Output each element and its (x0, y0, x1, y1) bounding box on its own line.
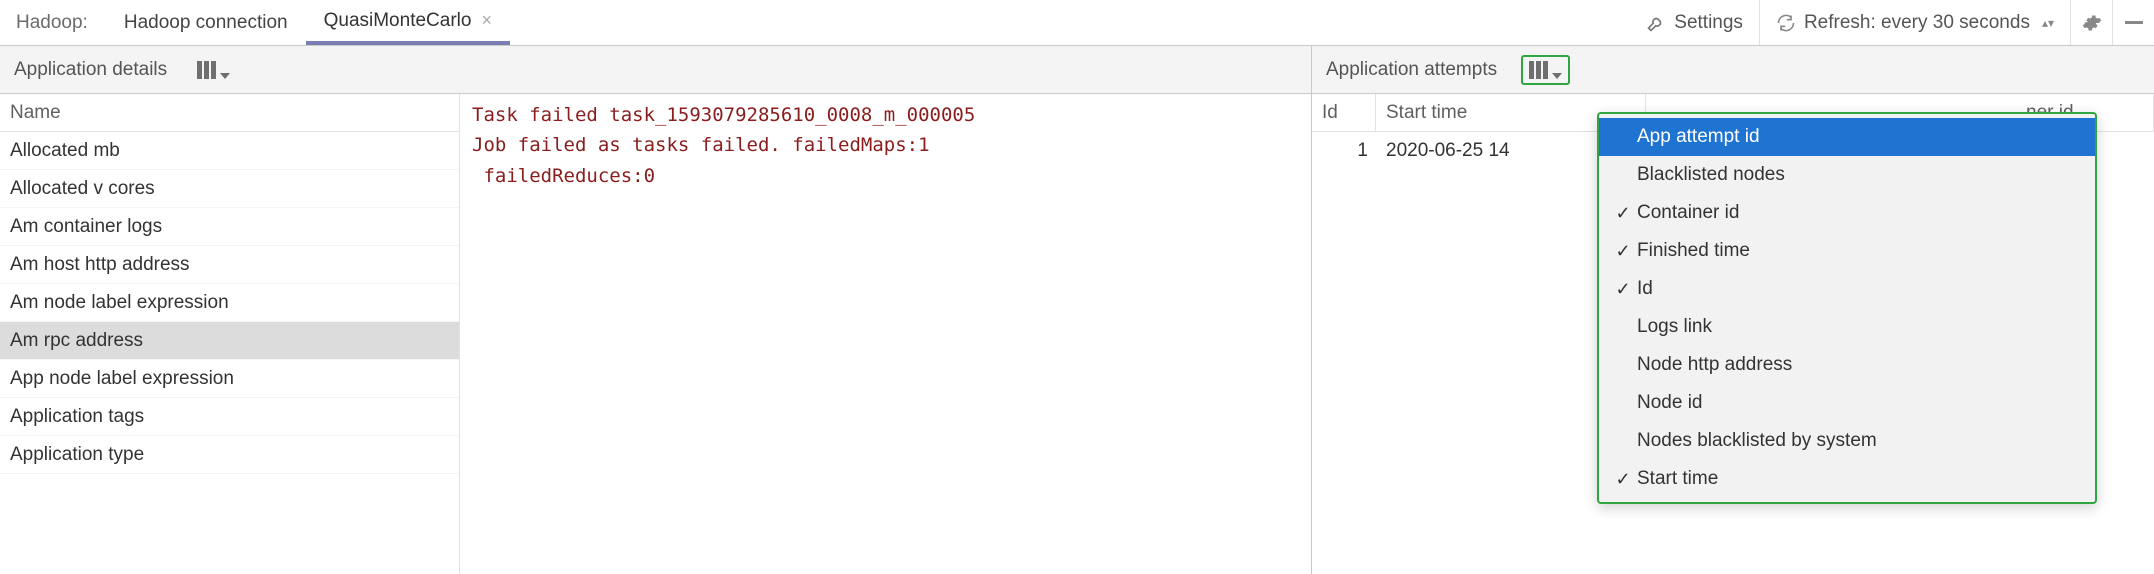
check-icon: ✓ (1609, 279, 1637, 300)
close-icon[interactable]: × (481, 10, 492, 31)
check-icon: ✓ (1609, 203, 1637, 224)
refresh-label: Refresh: every 30 seconds (1804, 12, 2030, 34)
popup-item-label: Blacklisted nodes (1637, 164, 2081, 186)
check-icon: ✓ (1609, 469, 1637, 490)
panel-title: Application attempts (1326, 59, 1497, 81)
wrench-icon (1646, 13, 1666, 33)
popup-item[interactable]: Logs link (1599, 308, 2095, 346)
table-row[interactable]: Allocated mb (0, 132, 459, 170)
toolbar-right: Settings Refresh: every 30 seconds ▴▾ (1630, 0, 2154, 45)
panel-header: Application details (0, 46, 1311, 94)
log-text: Task failed task_1593079285610_0008_m_00… (472, 100, 1299, 191)
panel-body: Name Allocated mbAllocated v coresAm con… (0, 94, 1311, 574)
panel-title: Application details (14, 59, 167, 81)
panel-header: Application attempts (1312, 46, 2154, 94)
popup-item-label: Container id (1637, 202, 2081, 224)
top-toolbar: Hadoop: Hadoop connection QuasiMonteCarl… (0, 0, 2154, 46)
cell-id: 1 (1312, 140, 1376, 162)
popup-item-label: Finished time (1637, 240, 2081, 262)
table-row[interactable]: Am host http address (0, 246, 459, 284)
columns-icon[interactable] (191, 57, 236, 83)
table-row[interactable]: Allocated v cores (0, 170, 459, 208)
minimize-icon (2125, 21, 2143, 24)
popup-item[interactable]: ✓Finished time (1599, 232, 2095, 270)
table-row[interactable]: Application type (0, 436, 459, 474)
settings-label: Settings (1674, 12, 1743, 34)
table-row[interactable]: App node label expression (0, 360, 459, 398)
check-icon: ✓ (1609, 241, 1637, 262)
log-output: Task failed task_1593079285610_0008_m_00… (460, 94, 1311, 574)
popup-item[interactable]: Node id (1599, 384, 2095, 422)
settings-button[interactable]: Settings (1630, 0, 1759, 45)
popup-item-label: Nodes blacklisted by system (1637, 430, 2081, 452)
toolbar-prefix: Hadoop: (16, 12, 88, 34)
table-row[interactable]: Am node label expression (0, 284, 459, 322)
gear-icon (2082, 13, 2102, 33)
name-column: Name Allocated mbAllocated v coresAm con… (0, 94, 460, 574)
popup-item[interactable]: ✓Start time (1599, 460, 2095, 498)
tab-label: Hadoop connection (124, 12, 288, 34)
refresh-icon (1776, 13, 1796, 33)
popup-item[interactable]: Nodes blacklisted by system (1599, 422, 2095, 460)
column-header-name[interactable]: Name (0, 94, 459, 132)
popup-item-label: Node http address (1637, 354, 2081, 376)
tab-label: QuasiMonteCarlo (324, 10, 472, 32)
tab-hadoop-connection[interactable]: Hadoop connection (106, 0, 306, 45)
popup-item-label: Id (1637, 278, 2081, 300)
table-row[interactable]: Am container logs (0, 208, 459, 246)
table-row[interactable]: Application tags (0, 398, 459, 436)
refresh-button[interactable]: Refresh: every 30 seconds ▴▾ (1759, 0, 2070, 45)
tabs: Hadoop connection QuasiMonteCarlo × (106, 0, 510, 45)
popup-item-label: Start time (1637, 468, 2081, 490)
panel-application-details: Application details Name Allocated mbAll… (0, 46, 1312, 574)
column-header-id[interactable]: Id (1312, 94, 1376, 131)
tab-quasimontecarlo[interactable]: QuasiMonteCarlo × (306, 0, 510, 45)
popup-item-label: Logs link (1637, 316, 2081, 338)
chevron-updown-icon: ▴▾ (2042, 16, 2054, 30)
columns-icon[interactable] (1521, 55, 1570, 85)
popup-item[interactable]: ✓Id (1599, 270, 2095, 308)
popup-item[interactable]: Node http address (1599, 346, 2095, 384)
options-button[interactable] (2070, 0, 2112, 45)
popup-item[interactable]: Blacklisted nodes (1599, 156, 2095, 194)
column-chooser-popup[interactable]: App attempt idBlacklisted nodes✓Containe… (1597, 112, 2097, 504)
popup-item-label: Node id (1637, 392, 2081, 414)
minimize-button[interactable] (2112, 0, 2154, 45)
popup-item[interactable]: App attempt id (1599, 118, 2095, 156)
popup-item-label: App attempt id (1637, 126, 2081, 148)
popup-item[interactable]: ✓Container id (1599, 194, 2095, 232)
table-row[interactable]: Am rpc address (0, 322, 459, 360)
